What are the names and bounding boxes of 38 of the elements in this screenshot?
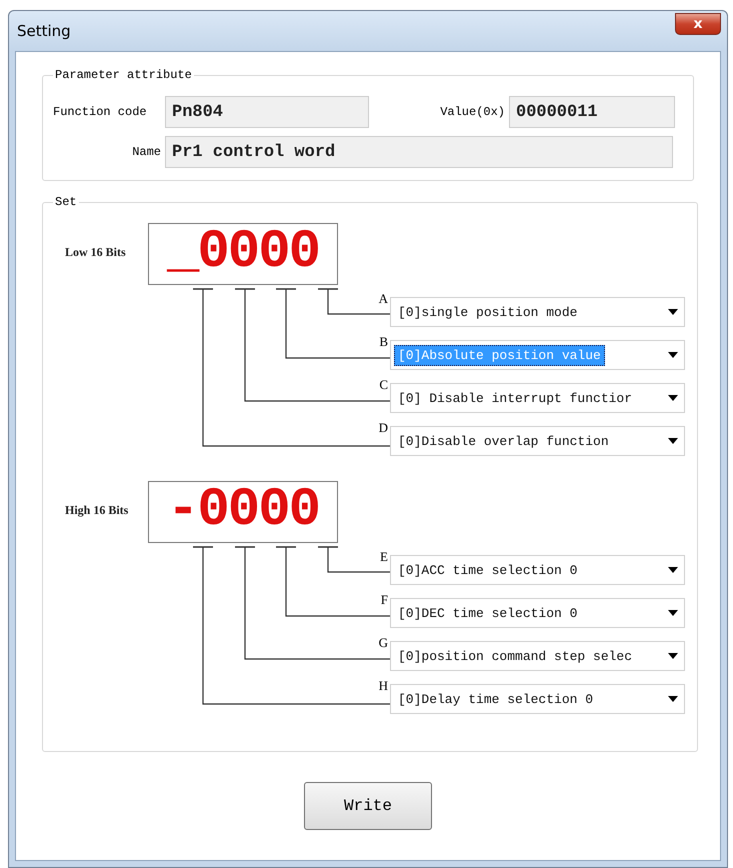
bit-letter: E [379, 549, 389, 565]
caret-icon [668, 696, 678, 702]
dropdown[interactable]: [0]single position mode [390, 297, 685, 327]
window-title: Setting [16, 22, 71, 40]
dropdown[interactable]: [0]ACC time selection 0 [390, 555, 685, 585]
function-code-field[interactable]: Pn804 [165, 96, 369, 128]
bit-letter: G [378, 635, 389, 651]
bit-letter: H [378, 678, 389, 694]
close-button[interactable]: x [675, 13, 721, 35]
caret-icon [668, 438, 678, 444]
bits-label: High 16 Bits [65, 503, 128, 518]
value-field[interactable]: 00000011 [509, 96, 675, 128]
group-title: Parameter attribute [54, 68, 193, 82]
segment-display: _0000 [148, 223, 338, 285]
field-label: Value(0x) [439, 105, 506, 119]
caret-icon [668, 567, 678, 573]
dropdown[interactable]: [0]Delay time selection 0 [390, 684, 685, 714]
dropdown[interactable]: [0] Disable interrupt functior [390, 383, 685, 413]
bit-letter: D [378, 420, 389, 436]
bits-label: Low 16 Bits [65, 245, 126, 260]
dropdown[interactable]: [0]Disable overlap function [390, 426, 685, 456]
dropdown[interactable]: [0]position command step selec [390, 641, 685, 671]
caret-icon [668, 309, 678, 315]
caret-icon [668, 395, 678, 401]
bit-letter: C [378, 377, 389, 393]
field-label: Name [131, 145, 162, 159]
bit-letter: A [378, 291, 389, 307]
caret-icon [668, 653, 678, 659]
caret-icon [668, 352, 678, 358]
group-title: Set [54, 195, 78, 209]
bit-letter: F [380, 592, 389, 608]
write-button[interactable]: Write [304, 782, 432, 830]
caret-icon [668, 610, 678, 616]
field-label: Function code [53, 105, 148, 119]
dropdown[interactable]: [0]DEC time selection 0 [390, 598, 685, 628]
name-field[interactable]: Pr1 control word [165, 136, 673, 168]
segment-display: -0000 [148, 481, 338, 543]
bit-letter: B [378, 334, 389, 350]
